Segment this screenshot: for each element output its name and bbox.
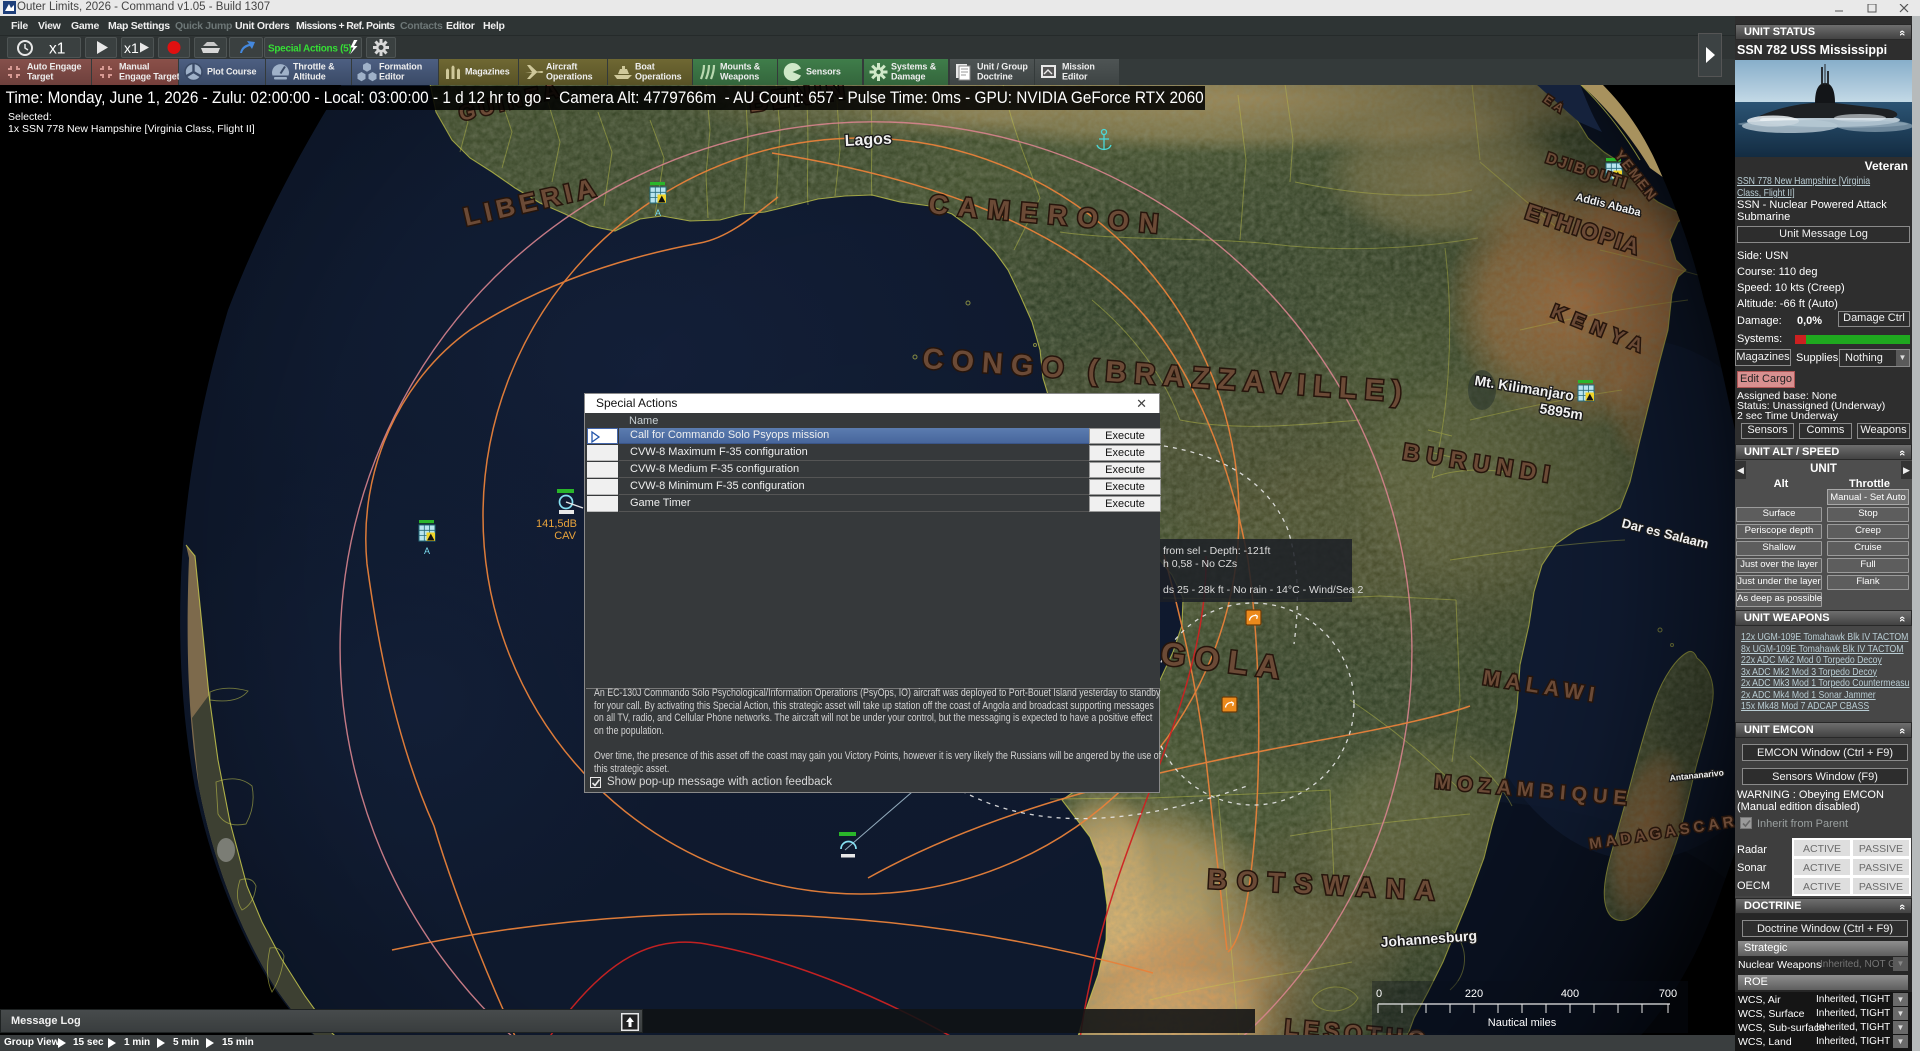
svg-text:141,5dB: 141,5dB [536,518,577,530]
svg-text:x1: x1 [49,41,65,58]
svg-text:CAV: CAV [554,530,576,542]
svg-text:220: 220 [1465,988,1483,1000]
svg-text:A: A [424,546,430,556]
svg-text:A: A [655,208,661,218]
svg-text:Nautical miles: Nautical miles [1488,1017,1557,1029]
svg-text:0: 0 [1376,988,1382,1000]
svg-text:x1: x1 [124,40,139,56]
svg-text:Lagos: Lagos [844,131,892,150]
svg-text:700: 700 [1659,988,1677,1000]
svg-text:Special Actions (5): Special Actions (5) [268,44,351,55]
svg-text:400: 400 [1561,988,1579,1000]
